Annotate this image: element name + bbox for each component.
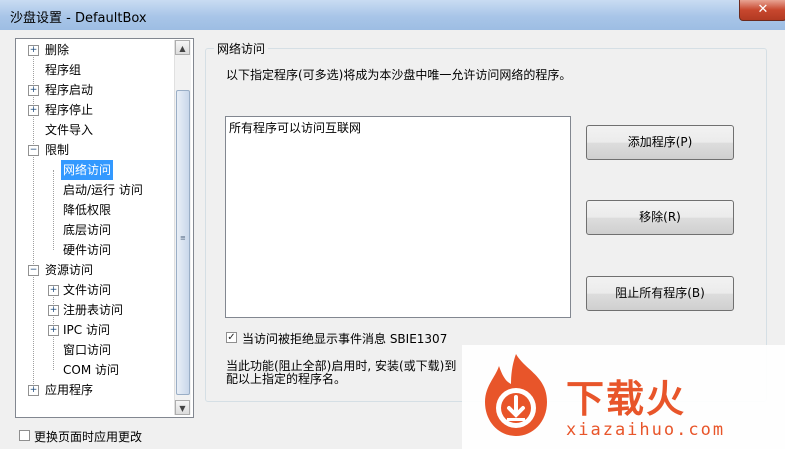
tree-item-label: 窗口访问 xyxy=(63,343,112,357)
scroll-down-button[interactable]: ▼ xyxy=(175,400,190,415)
tree-item-label: 硬件访问 xyxy=(63,243,112,257)
close-button[interactable]: ✕ xyxy=(739,0,785,21)
list-item[interactable]: 所有程序可以访问互联网 xyxy=(229,119,361,136)
expand-icon[interactable]: + xyxy=(28,45,39,56)
block-all-button[interactable]: 阻止所有程序(B) xyxy=(586,276,734,311)
tree-item-label: 程序停止 xyxy=(45,103,94,117)
expand-icon[interactable]: + xyxy=(48,325,59,336)
tree-item-label: 资源访问 xyxy=(45,263,94,277)
tree-item-label: 网络访问 xyxy=(61,160,114,180)
grip-icon: ≡ xyxy=(180,234,186,242)
collapse-icon[interactable]: − xyxy=(28,265,39,276)
tree-item-label: 限制 xyxy=(45,143,70,157)
tree-item-label: 应用程序 xyxy=(45,383,94,397)
tree-item-label: 文件导入 xyxy=(45,123,94,137)
apply-on-change-label: 更换页面时应用更改 xyxy=(34,430,143,444)
tree-item-label: IPC 访问 xyxy=(63,323,110,337)
watermark-url: xiazaihuo.com xyxy=(566,420,726,440)
group-title: 网络访问 xyxy=(214,40,269,57)
tree-guide xyxy=(53,170,54,250)
add-program-button[interactable]: 添加程序(P) xyxy=(586,125,734,160)
expand-icon[interactable]: + xyxy=(48,285,59,296)
title-bar: 沙盘设置 - DefaultBox ✕ xyxy=(0,0,785,31)
triangle-down-icon: ▼ xyxy=(179,404,186,413)
settings-tree: + 删除 程序组 + 程序启动 + 程序停止 文件导入 − 限制 网络访问 启动… xyxy=(15,38,194,418)
tree-item-label: 启动/运行 访问 xyxy=(63,183,143,197)
flame-logo-icon xyxy=(485,354,547,436)
tree-scrollbar[interactable]: ▲ ≡ ▼ xyxy=(174,40,191,415)
show-message-checkbox[interactable]: ✓ xyxy=(226,332,237,343)
tree-item-label: 文件访问 xyxy=(63,283,112,297)
close-icon: ✕ xyxy=(757,2,769,17)
tree-guide xyxy=(33,50,34,390)
expand-icon[interactable]: + xyxy=(28,105,39,116)
expand-icon[interactable]: + xyxy=(48,305,59,316)
tree-item-label: 底层访问 xyxy=(63,223,112,237)
tree-item-label: 程序启动 xyxy=(45,83,94,97)
tree-item-label: 注册表访问 xyxy=(63,303,124,317)
tree-item-label: COM 访问 xyxy=(63,363,119,377)
triangle-up-icon: ▲ xyxy=(179,44,186,53)
expand-icon[interactable]: + xyxy=(28,85,39,96)
scroll-up-button[interactable]: ▲ xyxy=(175,40,190,55)
expand-icon[interactable]: + xyxy=(28,385,39,396)
show-message-label: 当访问被拒绝显示事件消息 SBIE1307 xyxy=(242,332,448,346)
remove-button[interactable]: 移除(R) xyxy=(586,200,734,235)
apply-on-change-checkbox[interactable] xyxy=(19,430,30,441)
collapse-icon[interactable]: − xyxy=(28,145,39,156)
tree-item-label: 程序组 xyxy=(45,63,82,77)
program-list[interactable]: 所有程序可以访问互联网 xyxy=(225,116,571,318)
tree-item-label: 删除 xyxy=(45,43,70,57)
tree-item-label: 降低权限 xyxy=(63,203,112,217)
scroll-thumb[interactable]: ≡ xyxy=(176,90,190,395)
window-title: 沙盘设置 - DefaultBox xyxy=(10,11,147,26)
group-description: 以下指定程序(可多选)将成为本沙盘中唯一允许访问网络的程序。 xyxy=(226,68,572,82)
watermark-brand: 下载火 xyxy=(566,377,687,421)
